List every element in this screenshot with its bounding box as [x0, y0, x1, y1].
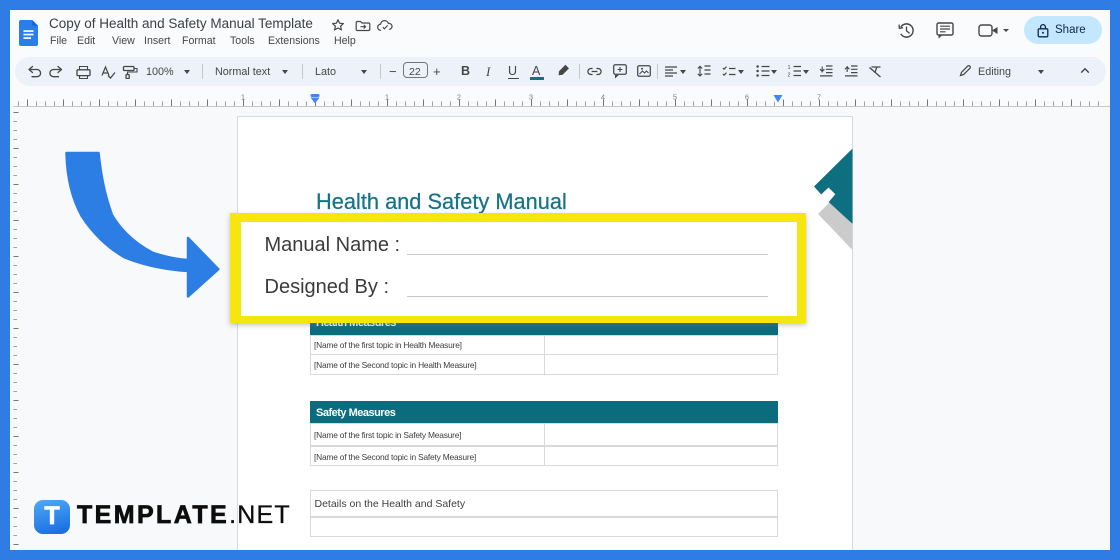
svg-text:1: 1: [241, 93, 245, 102]
svg-text:6: 6: [745, 93, 749, 102]
svg-text:3: 3: [529, 93, 533, 102]
svg-text:5: 5: [673, 93, 677, 102]
svg-text:4: 4: [601, 93, 605, 102]
svg-text:7: 7: [817, 93, 821, 102]
svg-text:2: 2: [457, 93, 461, 102]
svg-text:1: 1: [385, 93, 389, 102]
